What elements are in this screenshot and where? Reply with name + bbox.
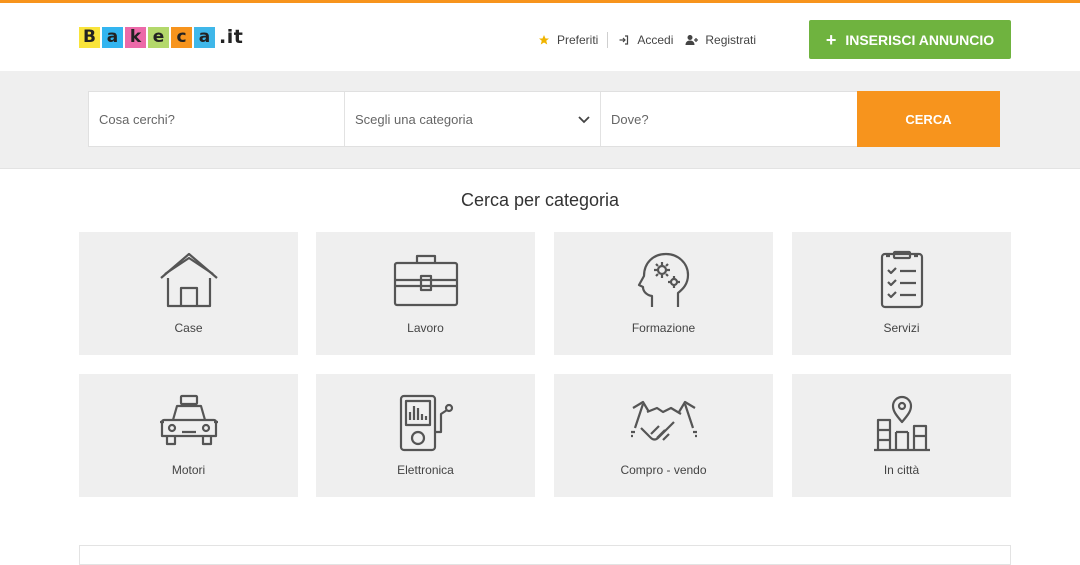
sign-in-icon (617, 34, 631, 46)
search-where-placeholder: Dove? (611, 111, 649, 127)
category-case[interactable]: Case (79, 232, 298, 355)
category-select[interactable]: Scegli una categoria (345, 92, 601, 146)
search-band: Cosa cerchi? Scegli una categoria Dove? … (0, 71, 1080, 169)
category-label: Elettronica (397, 463, 454, 477)
category-select-placeholder: Scegli una categoria (355, 111, 473, 127)
plus-icon: + (825, 29, 837, 50)
category-label: Compro - vendo (620, 463, 707, 477)
favorites-label: Preferiti (557, 33, 599, 47)
search-form: Cosa cerchi? Scegli una categoria Dove? … (88, 91, 1000, 147)
insert-ad-button[interactable]: + INSERISCI ANNUNCIO (809, 20, 1011, 59)
category-elettronica[interactable]: Elettronica (316, 374, 535, 497)
login-label: Accedi (637, 33, 674, 47)
category-lavoro[interactable]: Lavoro (316, 232, 535, 355)
star-icon (537, 34, 551, 46)
music-player-icon (316, 392, 535, 454)
category-label: Motori (171, 463, 206, 477)
handshake-icon (554, 392, 773, 450)
category-motori[interactable]: Motori (79, 374, 298, 497)
house-icon (79, 250, 298, 312)
category-formazione[interactable]: Formazione (554, 232, 773, 355)
login-link[interactable]: Accedi (617, 33, 673, 47)
logo-tld: .it (219, 26, 244, 48)
city-map-pin-icon (792, 392, 1011, 454)
logo-letter: a (102, 26, 123, 48)
register-link[interactable]: Registrati (685, 33, 756, 47)
header-nav: Preferiti Accedi Registrati (537, 31, 756, 49)
checklist-icon (792, 250, 1011, 310)
category-servizi[interactable]: Servizi (792, 232, 1011, 355)
favorites-link[interactable]: Preferiti (537, 33, 598, 47)
category-label: In città (883, 463, 920, 477)
site-logo[interactable]: B a k e c a .it (79, 24, 243, 50)
chevron-down-icon (578, 112, 590, 127)
head-gears-icon (554, 250, 773, 310)
logo-letter: B (79, 26, 100, 48)
search-what-input[interactable]: Cosa cerchi? (89, 92, 345, 146)
category-in-citta[interactable]: In città (792, 374, 1011, 497)
add-user-icon (685, 34, 699, 46)
logo-letter: c (171, 26, 192, 48)
search-what-placeholder: Cosa cerchi? (99, 111, 175, 127)
logo-letter: a (194, 26, 215, 48)
search-button-label: CERCA (905, 111, 952, 127)
nav-divider (607, 32, 609, 48)
category-label: Lavoro (407, 321, 444, 335)
logo-letter: e (148, 26, 169, 48)
search-where-input[interactable]: Dove? (601, 92, 857, 146)
bottom-panel (79, 545, 1011, 565)
category-label: Formazione (631, 321, 696, 335)
category-compro-vendo[interactable]: Compro - vendo (554, 374, 773, 497)
site-header: B a k e c a .it Preferiti Accedi Registr… (0, 3, 1080, 71)
category-label: Case (174, 321, 203, 335)
briefcase-icon (316, 250, 535, 310)
register-label: Registrati (705, 33, 757, 47)
search-button[interactable]: CERCA (857, 91, 1000, 147)
logo-letter: k (125, 26, 146, 48)
insert-ad-label: INSERISCI ANNUNCIO (845, 31, 995, 48)
category-label: Servizi (883, 321, 920, 335)
taxi-icon (79, 392, 298, 450)
categories-title: Cerca per categoria (460, 190, 620, 210)
